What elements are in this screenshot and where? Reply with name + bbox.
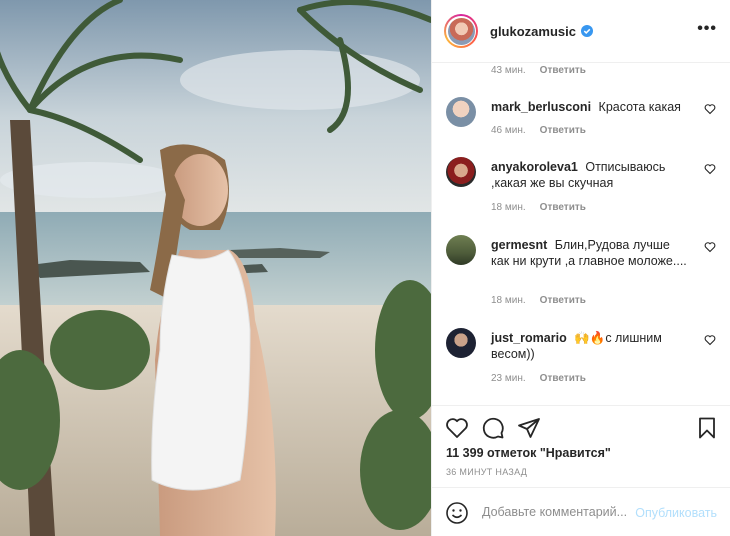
comment-body: just_romario 🙌🔥с лишним весом)) (491, 330, 691, 362)
commenter-username[interactable]: mark_berlusconi (491, 100, 591, 114)
comment-body: anyakoroleva1 Отписываюсь ,какая же вы с… (491, 159, 691, 191)
commenter-avatar[interactable] (446, 328, 476, 358)
comment-time: 18 мин. (491, 202, 526, 213)
author-avatar-image (447, 17, 475, 45)
commenter-avatar[interactable] (446, 235, 476, 265)
more-options-icon[interactable]: ••• (697, 21, 717, 37)
comments-list[interactable]: 43 мин. Ответить mark_berlusconi Красота… (432, 63, 730, 405)
bookmark-icon[interactable] (695, 416, 719, 440)
comment-time: 18 мин. (491, 295, 526, 306)
comment-body: mark_berlusconi Красота какая (491, 99, 691, 115)
likes-count[interactable]: 11 399 отметок "Нравится" (446, 446, 611, 460)
post-sidebar: glukozamusic ••• 43 мин. Ответить mark_b… (431, 0, 730, 536)
comment-time: 43 мин. (491, 65, 526, 76)
comment-input[interactable] (482, 505, 632, 519)
commenter-avatar[interactable] (446, 97, 476, 127)
publish-button[interactable]: Опубликовать (635, 506, 717, 520)
reply-button[interactable]: Ответить (540, 65, 586, 76)
commenter-username[interactable]: just_romario (491, 331, 567, 345)
beach-scene (0, 0, 431, 536)
comment-time: 46 мин. (491, 125, 526, 136)
comment-like-heart-icon[interactable] (704, 103, 716, 115)
post-actions: 11 399 отметок "Нравится" 36 МИНУТ НАЗАД (432, 405, 730, 487)
comment-text: Красота какая (598, 100, 681, 114)
comment-like-heart-icon[interactable] (704, 163, 716, 175)
comment-meta: 18 мин. Ответить (491, 202, 586, 213)
add-comment-bar: Опубликовать (432, 487, 730, 536)
post-header: glukozamusic ••• (432, 0, 730, 63)
reply-button[interactable]: Ответить (540, 202, 586, 213)
comment-like-heart-icon[interactable] (704, 334, 716, 346)
emoji-icon[interactable] (445, 501, 469, 525)
heart-icon[interactable] (445, 416, 469, 440)
instagram-post: glukozamusic ••• 43 мин. Ответить mark_b… (0, 0, 730, 536)
share-icon[interactable] (517, 416, 541, 440)
comment-icon[interactable] (481, 416, 505, 440)
commenter-username[interactable]: anyakoroleva1 (491, 160, 578, 174)
comment-meta-top: 43 мин. Ответить (491, 65, 586, 76)
author-username[interactable]: glukozamusic (490, 24, 576, 39)
comment-meta: 46 мин. Ответить (491, 125, 586, 136)
commenter-username[interactable]: germesnt (491, 238, 547, 252)
reply-button[interactable]: Ответить (540, 125, 586, 136)
comment-like-heart-icon[interactable] (704, 241, 716, 253)
post-timestamp[interactable]: 36 МИНУТ НАЗАД (446, 467, 527, 477)
commenter-avatar[interactable] (446, 157, 476, 187)
post-photo[interactable] (0, 0, 431, 536)
reply-button[interactable]: Ответить (540, 373, 586, 384)
reply-button[interactable]: Ответить (540, 295, 586, 306)
comment-meta: 18 мин. Ответить (491, 295, 586, 306)
author-avatar[interactable] (444, 14, 478, 48)
comment-body: germesnt Блин,Рудова лучше как ни крути … (491, 237, 691, 269)
comment-meta: 23 мин. Ответить (491, 373, 586, 384)
comment-time: 23 мин. (491, 373, 526, 384)
verified-badge-icon (580, 25, 593, 37)
